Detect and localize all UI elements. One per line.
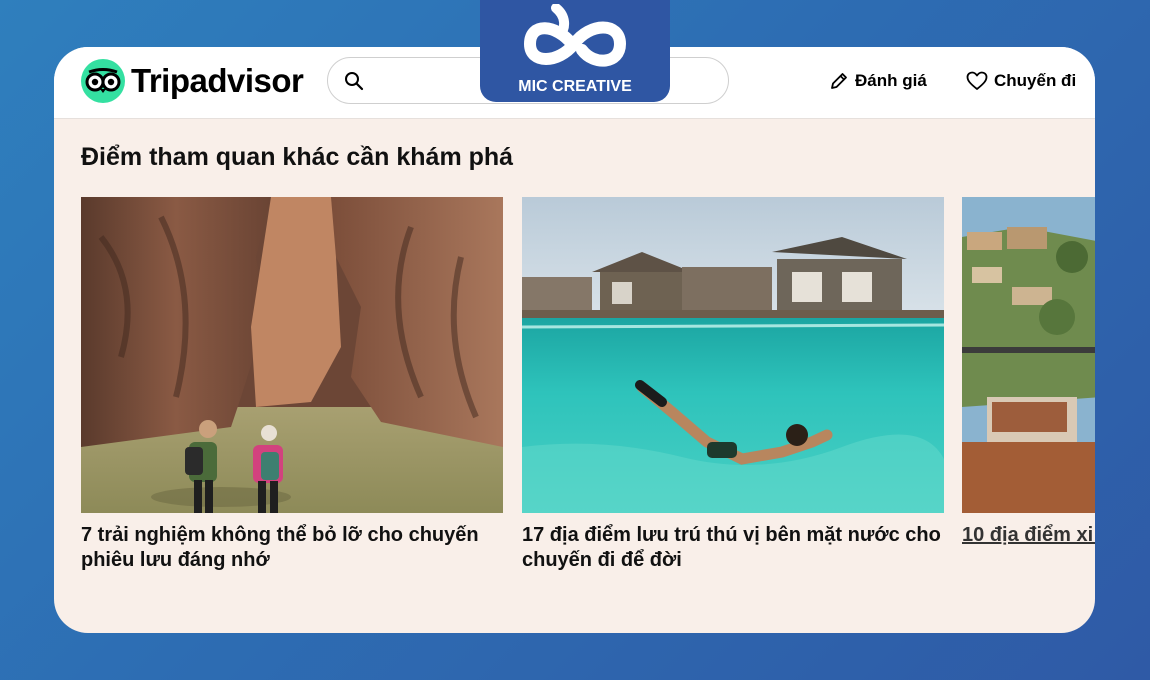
pencil-icon [831, 73, 847, 89]
nav-review-label: Đánh giá [855, 71, 927, 90]
canyon-hikers-image [81, 197, 503, 513]
heart-icon [966, 71, 988, 90]
owl-icon [81, 59, 125, 103]
card-title: 10 địa điểm xi truyền hình và ghé thăm n… [962, 524, 1095, 546]
article-card[interactable]: 10 địa điểm xi truyền hình và ghé thăm n… [962, 197, 1095, 548]
watermark-text: MIC CREATIVE [518, 78, 632, 95]
infinity-logo-icon [523, 4, 627, 67]
nav-trips-label: Chuyến đi [994, 71, 1077, 90]
nav-review-button[interactable]: Đánh giá [829, 71, 927, 91]
browser-panel: Tripadvisor Đánh giá Chuyến đi Điểm tham… [54, 47, 1095, 633]
logo-text: Tripadvisor [131, 62, 304, 99]
overwater-villas-image [522, 197, 944, 513]
section-title: Điểm tham quan khác cần khám phá [81, 143, 514, 171]
search-icon [345, 72, 364, 91]
article-card[interactable]: 17 địa điểm lưu trú thú vị bên mặt nước … [522, 197, 944, 573]
tripadvisor-logo[interactable]: Tripadvisor [81, 59, 304, 103]
card-title: 17 địa điểm lưu trú thú vị bên mặt nước … [522, 524, 941, 571]
hillside-town-image [962, 197, 1095, 513]
card-title: 7 trải nghiệm không thể bỏ lỡ cho chuyến… [81, 524, 479, 571]
nav-trips-button[interactable]: Chuyến đi [966, 71, 1076, 91]
article-card[interactable]: 7 trải nghiệm không thể bỏ lỡ cho chuyến… [81, 197, 503, 573]
mic-creative-watermark: MIC CREATIVE [480, 0, 670, 102]
